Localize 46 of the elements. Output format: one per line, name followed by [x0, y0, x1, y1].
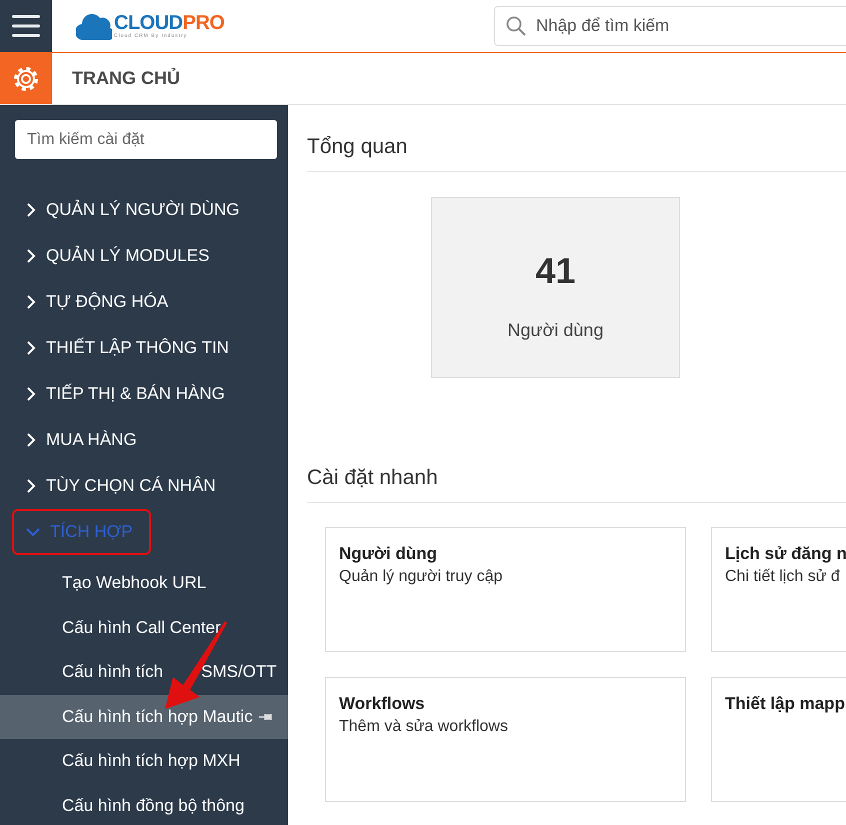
- chevron-down-icon: [26, 527, 40, 537]
- card-title: Lịch sử đăng n: [725, 544, 846, 564]
- card-title: Workflows: [339, 694, 426, 714]
- chevron-right-icon: [26, 479, 36, 493]
- menu-category[interactable]: TỰ ĐỘNG HÓA: [0, 279, 288, 325]
- stat-label: Người dùng: [508, 320, 604, 341]
- card-title: Thiết lập mapp: [725, 694, 846, 714]
- chevron-right-icon: [26, 295, 36, 309]
- settings-search-field[interactable]: Tìm kiếm cài đặt: [15, 120, 277, 159]
- menu-item[interactable]: Cấu hình đồng bộ thông: [0, 784, 288, 825]
- menu-item[interactable]: Cấu hình tích hợp MXH: [0, 739, 288, 784]
- chevron-right-icon: [26, 341, 36, 355]
- menu-category[interactable]: THIẾT LẬP THÔNG TIN: [0, 325, 288, 371]
- stat-value: 41: [535, 250, 576, 292]
- pin-icon: [258, 712, 273, 721]
- settings-card[interactable]: Workflows Thêm và sửa workflows: [325, 677, 686, 802]
- menu-category[interactable]: MUA HÀNG: [0, 417, 288, 463]
- card-description: Quản lý người truy cập: [339, 568, 504, 586]
- search-icon: [506, 16, 526, 36]
- menu-category[interactable]: QUẢN LÝ NGƯỜI DÙNG: [0, 187, 288, 233]
- menu-item[interactable]: Tạo Webhook URL: [0, 561, 288, 606]
- menu-button[interactable]: [0, 0, 52, 52]
- chevron-right-icon: [26, 433, 36, 447]
- page-title: TRANG CHỦ: [72, 68, 180, 89]
- menu-item[interactable]: Cấu hình tích hợp Mautic: [0, 694, 288, 739]
- section-heading: Tổng quan: [307, 135, 846, 172]
- logo-text: CLOUDPRO: [114, 13, 224, 33]
- menu-category[interactable]: TIẾP THỊ & BÁN HÀNG: [0, 371, 288, 417]
- cloud-logo-icon: [76, 12, 112, 40]
- chevron-right-icon: [26, 203, 36, 217]
- card-description: Thêm và sửa workflows: [339, 718, 509, 736]
- menu-icon: [12, 15, 40, 37]
- stat-card[interactable]: 41 Người dùng: [431, 197, 680, 378]
- menu-item[interactable]: Cấu hình tích SMS/OTT: [0, 650, 288, 694]
- chevron-right-icon: [26, 387, 36, 401]
- chevron-right-icon: [26, 249, 36, 263]
- section-heading: Cài đặt nhanh: [307, 466, 846, 503]
- settings-card[interactable]: Người dùng Quản lý người truy cập: [325, 527, 686, 652]
- settings-card[interactable]: Thiết lập mapp: [711, 677, 846, 802]
- settings-card[interactable]: Lịch sử đăng n Chi tiết lịch sử đ: [711, 527, 846, 652]
- menu-item[interactable]: Cấu hình Call Center: [0, 606, 288, 650]
- card-description: Chi tiết lịch sử đ: [725, 568, 841, 586]
- card-title: Người dùng: [339, 544, 438, 564]
- search-field[interactable]: Nhập để tìm kiếm: [494, 6, 846, 46]
- menu-category[interactable]: TÙY CHỌN CÁ NHÂN: [0, 463, 288, 509]
- menu-category[interactable]: QUẢN LÝ MODULES: [0, 233, 288, 279]
